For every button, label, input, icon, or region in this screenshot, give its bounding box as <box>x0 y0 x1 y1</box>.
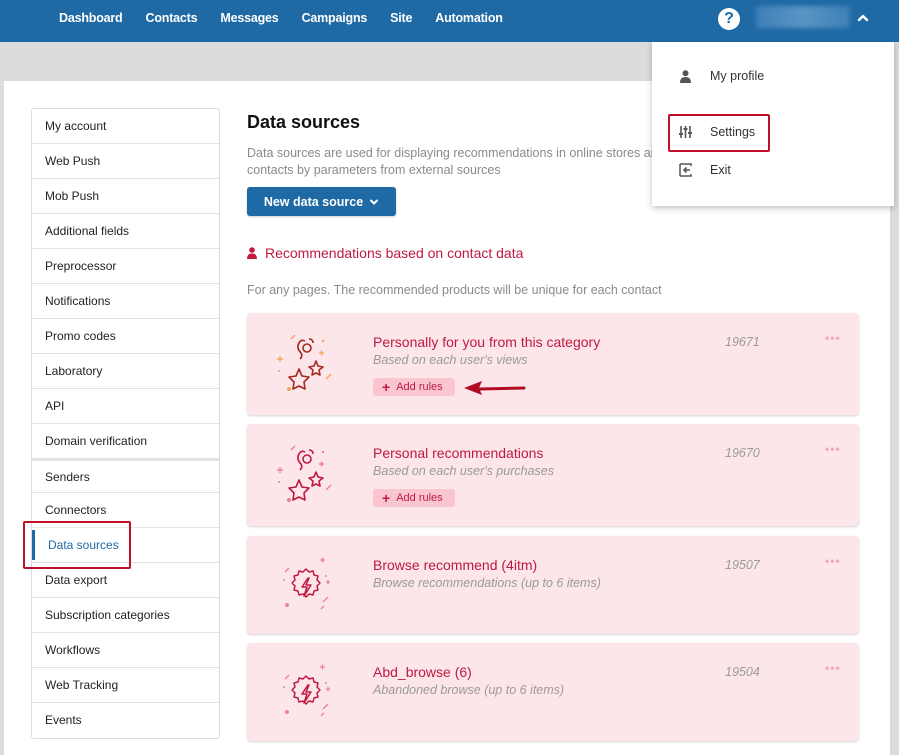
sidebar-item-senders[interactable]: Senders <box>32 459 219 493</box>
card-subtitle: Abandoned browse (up to 6 items) <box>373 683 565 697</box>
data-source-card[interactable]: Abd_browse (6) Abandoned browse (up to 6… <box>247 643 859 741</box>
menu-item-label: Exit <box>710 163 731 177</box>
exit-icon <box>677 162 693 178</box>
sidebar-item-mob-push[interactable]: Mob Push <box>32 179 219 214</box>
plus-icon: + <box>382 379 391 395</box>
user-dropdown-menu: My profile Settings Exit <box>652 42 894 206</box>
nav-campaigns[interactable]: Campaigns <box>302 11 368 25</box>
sidebar-item-web-tracking[interactable]: Web Tracking <box>32 668 219 703</box>
stars-person-icon <box>277 334 332 391</box>
add-rules-button[interactable]: + Add rules <box>373 378 455 396</box>
sidebar-item-preprocessor[interactable]: Preprocessor <box>32 249 219 284</box>
card-subtitle: Based on each user's purchases <box>373 464 554 478</box>
add-rules-label: Add rules <box>396 381 443 393</box>
lightning-badge-icon <box>283 664 330 717</box>
nav-automation[interactable]: Automation <box>435 11 503 25</box>
sidebar-item-promo-codes[interactable]: Promo codes <box>32 319 219 354</box>
stars-person-icon <box>277 445 332 502</box>
nav-dashboard[interactable]: Dashboard <box>59 11 123 25</box>
user-icon <box>677 68 693 84</box>
main-nav: Dashboard Contacts Messages Campaigns Si… <box>59 0 526 36</box>
annotation-arrow-icon <box>464 381 526 395</box>
add-rules-label: Add rules <box>396 492 443 504</box>
page-title: Data sources <box>247 112 361 132</box>
new-data-source-label: New data source <box>263 194 364 209</box>
nav-site[interactable]: Site <box>390 11 412 25</box>
new-data-source-button[interactable]: New data source <box>247 187 396 216</box>
user-name-blurred[interactable] <box>756 6 850 28</box>
card-title[interactable]: Browse recommend (4itm) <box>373 557 537 573</box>
add-rules-button[interactable]: + Add rules <box>373 489 455 507</box>
sidebar-item-notifications[interactable]: Notifications <box>32 284 219 319</box>
nav-messages[interactable]: Messages <box>220 11 278 25</box>
sidebar-item-domain-verification[interactable]: Domain verification <box>32 424 219 459</box>
sidebar-item-events[interactable]: Events <box>32 703 219 738</box>
more-options-icon[interactable]: ••• <box>825 554 841 568</box>
question-circle-icon[interactable]: ? <box>718 8 740 30</box>
section-description: For any pages. The recommended products … <box>247 283 662 297</box>
nav-contacts[interactable]: Contacts <box>146 11 198 25</box>
data-source-card[interactable]: Browse recommend (4itm) Browse recommend… <box>247 536 859 634</box>
data-source-card[interactable]: Personal recommendations Based on each u… <box>247 424 859 526</box>
menu-item-exit[interactable]: Exit <box>652 155 894 185</box>
plus-icon: + <box>382 490 391 506</box>
sidebar-item-additional-fields[interactable]: Additional fields <box>32 214 219 249</box>
sidebar-item-data-export[interactable]: Data export <box>32 563 219 598</box>
card-subtitle: Based on each user's views <box>373 353 528 367</box>
more-options-icon[interactable]: ••• <box>825 661 841 675</box>
more-options-icon[interactable]: ••• <box>825 331 841 345</box>
chevron-down-icon <box>370 199 379 205</box>
card-id: 19670 <box>725 446 760 460</box>
menu-item-label: My profile <box>710 69 765 83</box>
sidebar-item-subscription-categories[interactable]: Subscription categories <box>32 598 219 633</box>
user-icon <box>247 247 257 259</box>
sidebar-item-web-push[interactable]: Web Push <box>32 144 219 179</box>
page-description: Data sources are used for displaying rec… <box>247 146 665 177</box>
top-bar: Dashboard Contacts Messages Campaigns Si… <box>0 0 899 42</box>
menu-item-settings[interactable]: Settings <box>652 117 894 147</box>
settings-sidebar: My account Web Push Mob Push Additional … <box>31 108 220 739</box>
sidebar-item-laboratory[interactable]: Laboratory <box>32 354 219 389</box>
card-title[interactable]: Personally for you from this category <box>373 334 600 350</box>
card-subtitle: Browse recommendations (up to 6 items) <box>373 576 601 590</box>
sidebar-item-my-account[interactable]: My account <box>32 109 219 144</box>
card-id: 19671 <box>725 335 760 349</box>
card-id: 19507 <box>725 558 760 572</box>
chevron-up-icon[interactable] <box>857 13 869 23</box>
sidebar-item-connectors[interactable]: Connectors <box>32 493 219 528</box>
card-title[interactable]: Personal recommendations <box>373 445 543 461</box>
data-source-card[interactable]: Personally for you from this category Ba… <box>247 313 859 415</box>
more-options-icon[interactable]: ••• <box>825 442 841 456</box>
menu-item-label: Settings <box>710 125 756 139</box>
lightning-badge-icon <box>283 557 330 610</box>
sliders-icon <box>677 124 693 140</box>
card-id: 19504 <box>725 665 760 679</box>
sidebar-item-data-sources[interactable]: Data sources <box>32 528 219 563</box>
card-title[interactable]: Abd_browse (6) <box>373 664 472 680</box>
sidebar-item-workflows[interactable]: Workflows <box>32 633 219 668</box>
sidebar-item-api[interactable]: API <box>32 389 219 424</box>
section-heading: Recommendations based on contact data <box>247 245 523 261</box>
menu-item-my-profile[interactable]: My profile <box>652 61 894 91</box>
section-title: Recommendations based on contact data <box>265 245 524 261</box>
